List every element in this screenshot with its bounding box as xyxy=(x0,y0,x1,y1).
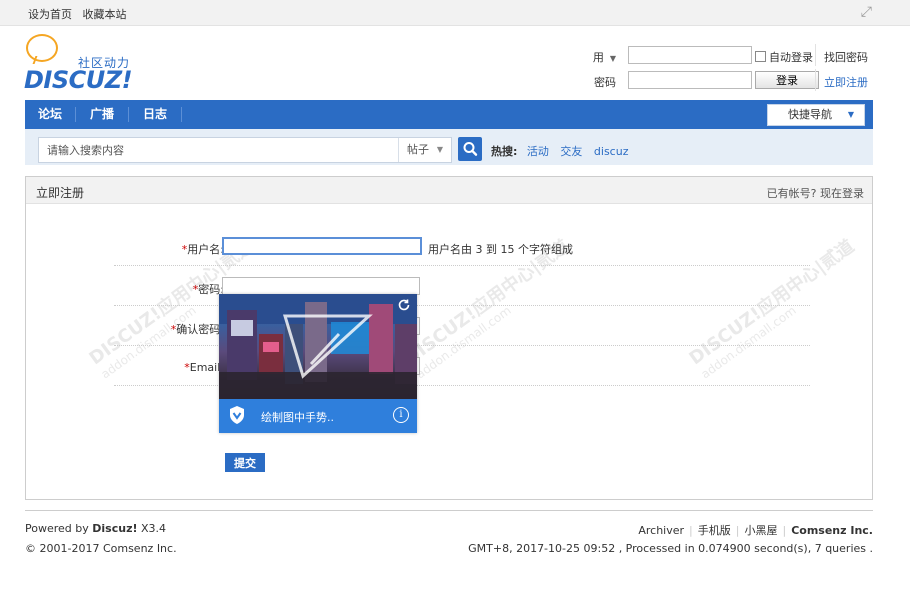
page-title: 立即注册 xyxy=(36,186,85,200)
top-bar: 设为首页 收藏本站 ⤢ xyxy=(0,0,910,26)
username-row: 用 ▼ 自动登录 找回密码 xyxy=(582,44,872,66)
quick-nav-button[interactable]: 快捷导航 ▼ xyxy=(767,104,865,126)
set-homepage-link[interactable]: 设为首页 xyxy=(28,8,72,21)
search-box: 帖子 ▼ xyxy=(38,137,452,163)
username-input[interactable] xyxy=(628,46,752,64)
logo-wordmark: DISCUZ! xyxy=(24,66,133,94)
archiver-link[interactable]: Archiver xyxy=(638,524,684,537)
register-panel-header: 立即注册 已有帐号? 现在登录 xyxy=(26,177,872,204)
refresh-icon[interactable] xyxy=(397,298,411,312)
footer-divider xyxy=(25,510,873,511)
nav-item-broadcast[interactable]: 广播 xyxy=(76,100,128,129)
top-links: 设为首页 收藏本站 xyxy=(28,6,134,22)
checkbox-icon xyxy=(755,51,766,62)
password-input[interactable] xyxy=(628,71,752,89)
caret-down-icon: ▼ xyxy=(847,110,854,119)
search-icon xyxy=(463,142,478,156)
hot-term-activity[interactable]: 活动 xyxy=(527,145,549,158)
captcha-scene xyxy=(219,294,417,399)
captcha-image[interactable] xyxy=(219,294,417,399)
captcha-instruction-bar: 绘制图中手势.. i xyxy=(219,399,417,433)
search-input[interactable] xyxy=(45,142,389,158)
hot-term-discuz[interactable]: discuz xyxy=(594,145,629,158)
blacklist-link[interactable]: 小黑屋 xyxy=(744,524,777,537)
bookmark-site-link[interactable]: 收藏本站 xyxy=(83,8,127,21)
caret-down-icon: ▼ xyxy=(609,54,616,63)
nav-item-forum[interactable]: 论坛 xyxy=(25,100,75,129)
auto-login-label: 自动登录 xyxy=(769,51,813,64)
nav-item-blog[interactable]: 日志 xyxy=(129,100,181,129)
username-label: 用户名: xyxy=(187,243,224,256)
register-link[interactable]: 立即注册 xyxy=(824,74,868,90)
login-type-label: 用 xyxy=(592,51,604,64)
search-type-value: 帖子 xyxy=(407,143,429,156)
version: X3.4 xyxy=(141,522,167,535)
register-panel: 立即注册 已有帐号? 现在登录 DISCUZ!应用中心|贰道 addon.dis… xyxy=(25,176,873,500)
password-row: 密码 登录 立即注册 xyxy=(582,69,872,91)
powered-by-prefix: Powered by xyxy=(25,522,89,535)
divider xyxy=(815,44,816,66)
hot-search-label: 热搜: xyxy=(491,145,518,158)
search-button[interactable] xyxy=(458,137,482,161)
find-password-link[interactable]: 找回密码 xyxy=(824,49,868,65)
register-username-input[interactable] xyxy=(222,237,422,255)
hot-search: 热搜: 活动 交友 discuz xyxy=(491,143,636,159)
submit-button[interactable]: 提交 xyxy=(225,453,265,472)
company-link[interactable]: Comsenz Inc. xyxy=(791,524,873,537)
caret-down-icon: ▼ xyxy=(436,145,443,154)
footer-stats: GMT+8, 2017-10-25 09:52 , Processed in 0… xyxy=(468,542,873,555)
copyright: © 2001-2017 Comsenz Inc. xyxy=(25,542,177,555)
quick-nav-label: 快捷导航 xyxy=(788,108,832,121)
mobile-link[interactable]: 手机版 xyxy=(698,524,731,537)
username-field-row: *用户名: 用户名由 3 到 15 个字符组成 xyxy=(114,233,810,266)
login-type-select[interactable]: 用 ▼ xyxy=(582,49,616,65)
footer-links: Archiver | 手机版 | 小黑屋 | Comsenz Inc. xyxy=(638,524,873,537)
info-icon[interactable]: i xyxy=(393,407,409,423)
login-now-link[interactable]: 已有帐号? 现在登录 xyxy=(767,185,864,201)
expand-icon[interactable]: ⤢ xyxy=(861,4,872,20)
hot-term-friends[interactable]: 交友 xyxy=(560,145,582,158)
auto-login-checkbox[interactable]: 自动登录 xyxy=(755,49,813,65)
username-tip: 用户名由 3 到 15 个字符组成 xyxy=(428,243,573,256)
search-type-select[interactable]: 帖子 ▼ xyxy=(398,138,451,162)
password-label: 密码 xyxy=(594,76,616,89)
discuz-link[interactable]: Discuz! xyxy=(92,522,137,535)
gesture-captcha: 绘制图中手势.. i xyxy=(219,294,417,433)
site-logo[interactable]: 社区动力 DISCUZ! xyxy=(24,34,154,96)
confirm-password-label: 确认密码: xyxy=(176,323,224,336)
register-password-input[interactable] xyxy=(222,277,420,295)
divider xyxy=(815,69,816,91)
login-button[interactable]: 登录 xyxy=(755,71,819,89)
main-nav: 论坛 广播 日志 快捷导航 ▼ xyxy=(25,100,873,129)
search-bar: 帖子 ▼ 热搜: 活动 交友 discuz xyxy=(25,129,873,165)
powered-by: Powered by Discuz! X3.4 xyxy=(25,522,166,535)
login-box: 用 ▼ 自动登录 找回密码 密码 登录 立即注册 xyxy=(582,44,872,92)
captcha-instruction: 绘制图中手势.. xyxy=(261,411,334,424)
shield-icon xyxy=(230,406,244,424)
